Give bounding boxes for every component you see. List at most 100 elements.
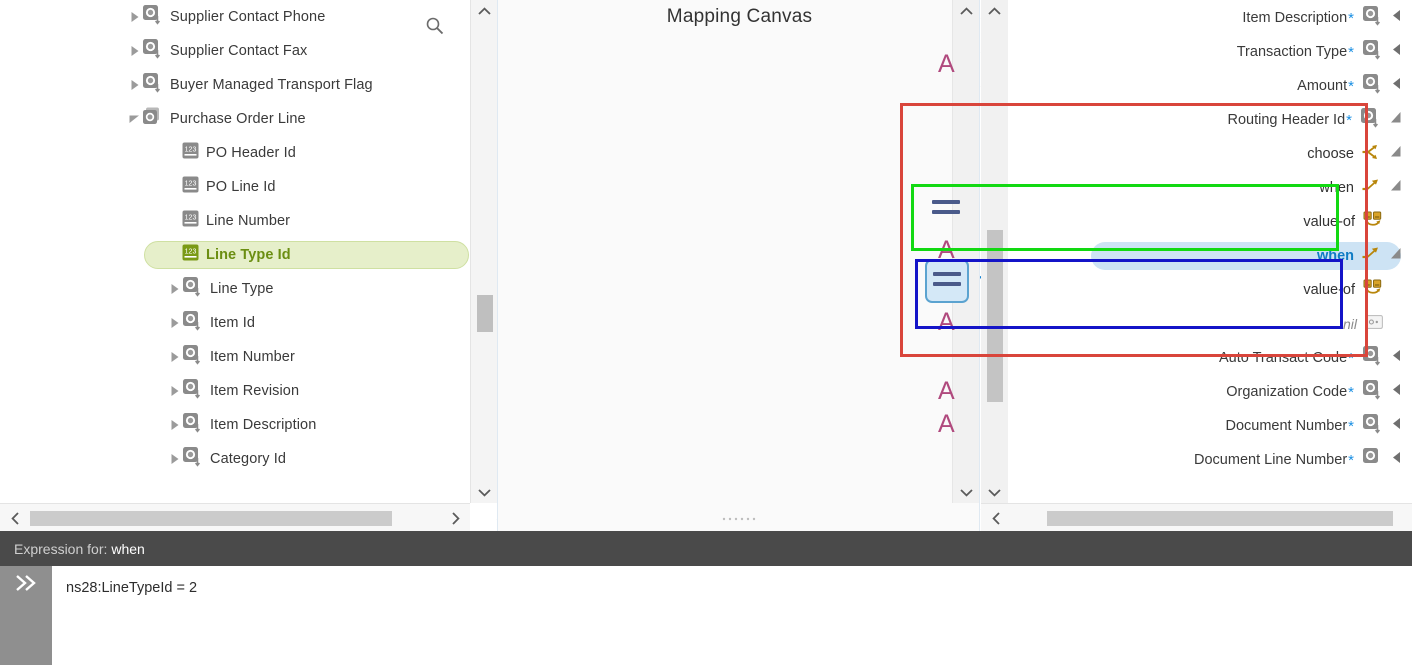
source-tree-item-item-description[interactable]: Item Description xyxy=(0,408,470,442)
source-tree-item-label: Item Number xyxy=(210,349,295,365)
target-tree-item-item-description[interactable]: Item Description * xyxy=(1008,1,1412,35)
twisty-collapsed-icon[interactable] xyxy=(168,340,182,374)
target-tree-item-when[interactable]: when xyxy=(1008,239,1412,273)
twisty-expanded-icon[interactable] xyxy=(128,102,142,136)
equals-function-node[interactable] xyxy=(933,272,961,290)
scroll-left-button[interactable] xyxy=(0,504,30,532)
source-tree-vertical-scrollbar[interactable] xyxy=(470,0,497,503)
caret-left-icon[interactable] xyxy=(1392,417,1402,435)
twisty-collapsed-icon[interactable] xyxy=(168,306,182,340)
source-tree-item-line-type[interactable]: Line Type xyxy=(0,272,470,306)
element-icon xyxy=(1362,39,1383,65)
source-tree-item-purchase-order-line[interactable]: Purchase Order Line xyxy=(0,102,470,136)
scroll-up-button[interactable] xyxy=(471,0,498,22)
target-tree-item-document-number[interactable]: Document Number * xyxy=(1008,409,1412,443)
caret-left-icon[interactable] xyxy=(1392,383,1402,401)
caret-left-icon[interactable] xyxy=(1392,451,1402,469)
caret-left-icon[interactable] xyxy=(1392,77,1402,95)
caret-left-icon[interactable] xyxy=(1392,43,1402,61)
expression-input[interactable] xyxy=(56,566,1412,665)
source-tree-item-line-number[interactable]: 123 Line Number xyxy=(0,204,470,238)
source-tree-item-supplier-contact-fax[interactable]: Supplier Contact Fax xyxy=(0,34,470,68)
target-tree-item-auto-transact-code[interactable]: Auto Transact Code * xyxy=(1008,341,1412,375)
target-tree-item-document-line-number[interactable]: Document Line Number * xyxy=(1008,443,1412,477)
twisty-collapsed-icon[interactable] xyxy=(128,0,142,34)
scroll-up-button[interactable] xyxy=(953,0,979,22)
text-function-glyph[interactable]: A xyxy=(938,50,955,79)
target-tree-item-routing-header-id[interactable]: Routing Header Id * xyxy=(1008,103,1412,137)
source-tree-item-supplier-contact-phone[interactable]: Supplier Contact Phone xyxy=(0,0,470,34)
element-icon xyxy=(1362,73,1383,99)
source-tree-item-item-revision[interactable]: Item Revision xyxy=(0,374,470,408)
scrollbar-thumb[interactable] xyxy=(30,511,392,526)
target-tree-item-value-of[interactable]: value-of xyxy=(1008,273,1412,307)
target-tree-item-label: when xyxy=(1316,248,1354,264)
caret-corner-icon[interactable] xyxy=(1390,247,1402,265)
source-schema-tree[interactable]: Supplier Contact Phone Supplier Contact F… xyxy=(0,0,470,503)
text-function-glyph[interactable]: A xyxy=(938,308,955,337)
source-tree-item-label: Buyer Managed Transport Flag xyxy=(170,77,373,93)
source-tree-item-buyer-managed-transport-flag[interactable]: Buyer Managed Transport Flag xyxy=(0,68,470,102)
canvas-vertical-scrollbar[interactable] xyxy=(952,0,979,503)
target-tree-item-amount[interactable]: Amount * xyxy=(1008,69,1412,103)
attribute-icon xyxy=(182,446,203,472)
required-asterisk: * xyxy=(1346,111,1352,129)
required-asterisk: * xyxy=(1348,451,1354,469)
source-tree-item-po-header-id[interactable]: 123 PO Header Id xyxy=(0,136,470,170)
text-function-glyph[interactable]: A xyxy=(938,410,955,439)
search-icon[interactable] xyxy=(425,16,445,41)
twisty-collapsed-icon[interactable] xyxy=(168,272,182,306)
double-chevron-right-icon[interactable] xyxy=(0,566,52,665)
target-tree-item-nil[interactable]: nil xyxy=(1008,307,1412,341)
scroll-down-button[interactable] xyxy=(471,481,498,503)
value-of-icon xyxy=(1363,211,1383,234)
twisty-collapsed-icon[interactable] xyxy=(168,408,182,442)
target-tree-item-when[interactable]: when xyxy=(1008,171,1412,205)
scrollbar-thumb[interactable] xyxy=(1047,511,1393,526)
twisty-collapsed-icon[interactable] xyxy=(128,68,142,102)
scroll-up-button[interactable] xyxy=(981,0,1008,22)
target-tree-item-organization-code[interactable]: Organization Code * xyxy=(1008,375,1412,409)
target-schema-tree[interactable]: Item Description * Transaction Type * Amount… xyxy=(981,0,1412,503)
caret-corner-icon[interactable] xyxy=(1390,179,1402,197)
scroll-left-button[interactable] xyxy=(981,504,1011,532)
target-tree-item-transaction-type[interactable]: Transaction Type * xyxy=(1008,35,1412,69)
required-asterisk: * xyxy=(1348,77,1354,95)
twisty-collapsed-icon[interactable] xyxy=(168,374,182,408)
caret-left-icon[interactable] xyxy=(1392,349,1402,367)
text-function-glyph[interactable]: A xyxy=(938,377,955,406)
caret-left-icon[interactable] xyxy=(1392,9,1402,27)
equals-function-node[interactable] xyxy=(932,200,960,218)
source-tree-item-label: Line Type xyxy=(210,281,274,297)
source-tree-horizontal-scrollbar[interactable] xyxy=(0,503,470,531)
target-tree-horizontal-scrollbar[interactable] xyxy=(981,503,1412,531)
expression-header: Expression for: when xyxy=(0,531,1412,566)
canvas-resize-handle[interactable] xyxy=(722,509,756,527)
mapping-canvas[interactable]: Mapping Canvas xyxy=(497,0,980,531)
source-tree-item-item-number[interactable]: Item Number xyxy=(0,340,470,374)
element-icon xyxy=(1362,379,1383,405)
caret-corner-icon[interactable] xyxy=(1390,145,1402,163)
svg-text:123: 123 xyxy=(185,147,197,154)
source-tree-item-line-type-id[interactable]: 123 Line Type Id xyxy=(0,238,470,272)
twisty-collapsed-icon[interactable] xyxy=(168,442,182,476)
source-tree-item-label: Supplier Contact Phone xyxy=(170,9,326,25)
target-tree-item-choose[interactable]: choose xyxy=(1008,137,1412,171)
target-tree-item-value-of[interactable]: value-of xyxy=(1008,205,1412,239)
caret-corner-icon[interactable] xyxy=(1390,111,1402,129)
selection-highlight xyxy=(1091,242,1401,270)
source-tree-item-category-id[interactable]: Category Id xyxy=(0,442,470,476)
scroll-down-button[interactable] xyxy=(981,481,1008,503)
source-tree-item-item-id[interactable]: Item Id xyxy=(0,306,470,340)
target-tree-item-label: Amount xyxy=(1297,78,1348,94)
target-tree-vertical-scrollbar[interactable] xyxy=(981,0,1008,503)
scroll-down-button[interactable] xyxy=(953,481,979,503)
scroll-right-button[interactable] xyxy=(440,504,470,532)
scrollbar-thumb[interactable] xyxy=(987,230,1003,402)
twisty-collapsed-icon[interactable] xyxy=(128,34,142,68)
scrollbar-thumb[interactable] xyxy=(477,295,493,332)
target-tree-item-label: Routing Header Id xyxy=(1227,112,1346,128)
number-icon: 123 xyxy=(182,244,199,266)
source-tree-item-po-line-id[interactable]: 123 PO Line Id xyxy=(0,170,470,204)
